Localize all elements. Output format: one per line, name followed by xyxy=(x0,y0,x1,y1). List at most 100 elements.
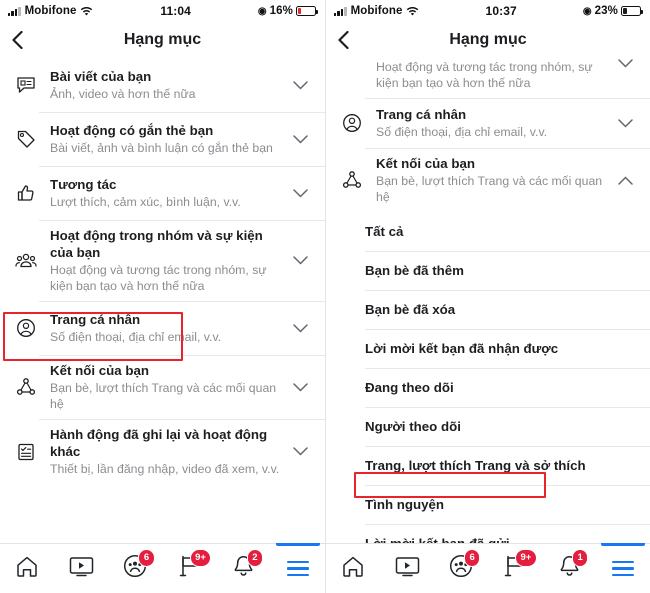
right-phone-screen: Mobifone 10:37 ◉ 23% Hạng mục Hoạt động … xyxy=(325,0,650,593)
list-item-subtitle: Hoạt động và tương tác trong nhóm, sự ki… xyxy=(50,263,267,293)
sub-list-item[interactable]: Tình nguyện xyxy=(326,485,650,524)
list-item-subtitle: Thiết bị, lần đăng nhập, video đã xem, v… xyxy=(50,462,280,476)
sub-list-item[interactable]: Lời mời kết bạn đã nhận được xyxy=(326,329,650,368)
thumbs-up-icon xyxy=(13,183,39,203)
list-item-title: Hoạt động trong nhóm và sự kiện của bạn xyxy=(50,228,263,260)
video-icon xyxy=(395,556,420,582)
list-item[interactable]: Trang cá nhân Số điện thoại, địa chỉ ema… xyxy=(0,301,325,355)
chevron-up-icon[interactable] xyxy=(612,175,638,185)
nav-marketplace[interactable]: 9+ xyxy=(488,544,542,593)
list-item-title: Tương tác xyxy=(50,177,117,192)
list-item-text: Hoạt động và tương tác trong nhóm, sự ki… xyxy=(365,58,612,98)
home-icon xyxy=(15,555,39,583)
chevron-down-icon[interactable] xyxy=(287,80,313,90)
page-title: Hạng mục xyxy=(449,31,527,48)
back-button[interactable] xyxy=(338,31,362,49)
signal-bars-icon xyxy=(334,6,347,16)
list-item-partial[interactable]: Hoạt động và tương tác trong nhóm, sự ki… xyxy=(326,58,650,98)
home-icon xyxy=(341,555,365,583)
left-category-list: Bài viết của bạn Ảnh, video và hơn thế n… xyxy=(0,58,325,543)
nav-badge-marketplace: 9+ xyxy=(189,549,212,567)
back-button[interactable] xyxy=(12,31,36,49)
list-item-title: Kết nối của bạn xyxy=(50,363,149,378)
list-item-subtitle: Hoạt động và tương tác trong nhóm, sự ki… xyxy=(376,60,593,90)
chevron-down-icon[interactable] xyxy=(287,188,313,198)
list-item-title: Hành động đã ghi lại và hoạt động khác xyxy=(50,427,268,459)
sub-list-item-label: Bạn bè đã thêm xyxy=(365,263,465,278)
list-item[interactable]: Hoạt động có gắn thẻ bạn Bài viết, ảnh v… xyxy=(0,112,325,166)
right-title-bar: Hạng mục xyxy=(326,22,650,58)
list-item-text: Hành động đã ghi lại và hoạt động khác T… xyxy=(39,419,287,484)
left-bottom-nav: 6 9+ 2 xyxy=(0,543,325,593)
list-item-connections-expanded[interactable]: Kết nối của bạn Bạn bè, lượt thích Trang… xyxy=(326,148,650,212)
tag-icon xyxy=(13,129,39,149)
list-item-text: Tương tác Lượt thích, cảm xúc, bình luận… xyxy=(39,169,287,217)
carrier-label: Mobifone xyxy=(350,5,403,17)
sub-list-item-sent-requests[interactable]: Lời mời kết bạn đã gửi xyxy=(326,524,650,543)
profile-icon xyxy=(339,113,365,133)
list-item-text: Bài viết của bạn Ảnh, video và hơn thế n… xyxy=(39,61,287,109)
sub-list-item[interactable]: Đang theo dõi xyxy=(326,368,650,407)
sub-list-item-label: Người theo dõi xyxy=(365,419,461,434)
status-left: Mobifone xyxy=(334,5,419,17)
sub-list-item[interactable]: Trang, lượt thích Trang và sở thích xyxy=(326,446,650,485)
chevron-down-icon[interactable] xyxy=(287,134,313,144)
status-right: ◉ 23% xyxy=(582,5,643,17)
nav-menu[interactable] xyxy=(596,543,650,593)
list-item-text: Trang cá nhân Số điện thoại, địa chỉ ema… xyxy=(39,304,287,352)
sub-list-item[interactable]: Bạn bè đã thêm xyxy=(326,251,650,290)
chevron-down-icon[interactable] xyxy=(612,118,638,128)
nav-notifications[interactable]: 1 xyxy=(542,544,596,593)
battery-percent-label: 23% xyxy=(594,5,618,17)
video-icon xyxy=(69,556,94,582)
list-item[interactable]: Bài viết của bạn Ảnh, video và hơn thế n… xyxy=(0,58,325,112)
chevron-down-icon[interactable] xyxy=(287,323,313,333)
sub-list-item-label: Trang, lượt thích Trang và sở thích xyxy=(365,458,586,473)
chevron-down-icon[interactable] xyxy=(612,58,638,98)
list-item-subtitle: Số điện thoại, địa chỉ email, v.v. xyxy=(50,330,222,344)
left-status-bar: Mobifone 11:04 ◉ 16% xyxy=(0,0,325,22)
list-item-text: Kết nối của bạn Bạn bè, lượt thích Trang… xyxy=(365,148,612,212)
nav-video[interactable] xyxy=(380,544,434,593)
list-item[interactable]: Hoạt động trong nhóm và sự kiện của bạn … xyxy=(0,220,325,301)
list-item-text: Hoạt động có gắn thẻ bạn Bài viết, ảnh v… xyxy=(39,115,287,163)
list-item-connections[interactable]: Kết nối của bạn Bạn bè, lượt thích Trang… xyxy=(0,355,325,419)
nav-groups[interactable]: 6 xyxy=(108,544,162,593)
sub-list-item-label: Đang theo dõi xyxy=(365,380,454,395)
chevron-down-icon[interactable] xyxy=(287,256,313,265)
nav-home[interactable] xyxy=(0,544,54,593)
list-item-subtitle: Số điện thoại, địa chỉ email, v.v. xyxy=(376,125,548,139)
sub-list-item[interactable]: Người theo dõi xyxy=(326,407,650,446)
location-icon: ◉ xyxy=(582,5,592,17)
clock-label: 11:04 xyxy=(160,4,191,18)
nav-marketplace[interactable]: 9+ xyxy=(163,544,217,593)
list-item[interactable]: Hành động đã ghi lại và hoạt động khác T… xyxy=(0,419,325,484)
list-item[interactable]: Tương tác Lượt thích, cảm xúc, bình luận… xyxy=(0,166,325,220)
right-status-bar: Mobifone 10:37 ◉ 23% xyxy=(326,0,650,22)
status-right: ◉ 16% xyxy=(258,5,318,17)
connections-icon xyxy=(339,170,365,190)
nav-badge-notifications: 2 xyxy=(246,549,264,567)
nav-badge-groups: 6 xyxy=(138,549,155,567)
checklist-icon xyxy=(13,442,39,462)
nav-home[interactable] xyxy=(326,544,380,593)
people-group-icon xyxy=(339,58,365,98)
nav-groups[interactable]: 6 xyxy=(434,544,488,593)
left-phone-screen: Mobifone 11:04 ◉ 16% Hạng mục Bài viết c… xyxy=(0,0,325,593)
chevron-down-icon[interactable] xyxy=(287,447,313,456)
list-item-subtitle: Lượt thích, cảm xúc, bình luận, v.v. xyxy=(50,195,241,209)
sub-list-item[interactable]: Tất cả xyxy=(326,212,650,251)
sub-list-item[interactable]: Bạn bè đã xóa xyxy=(326,290,650,329)
chevron-down-icon[interactable] xyxy=(287,382,313,392)
connections-icon xyxy=(13,377,39,397)
nav-video[interactable] xyxy=(54,544,108,593)
hamburger-icon xyxy=(612,560,634,577)
hamburger-icon xyxy=(286,560,309,577)
sub-list-item-label: Tình nguyện xyxy=(365,497,445,512)
nav-menu[interactable] xyxy=(271,543,325,593)
nav-notifications[interactable]: 2 xyxy=(217,544,271,593)
list-item-subtitle: Bạn bè, lượt thích Trang và các mối quan… xyxy=(50,381,277,411)
list-item[interactable]: Trang cá nhân Số điện thoại, địa chỉ ema… xyxy=(326,98,650,148)
sub-list-item-label: Tất cả xyxy=(365,224,404,239)
list-item-subtitle: Bạn bè, lượt thích Trang và các mối quan… xyxy=(376,174,603,204)
